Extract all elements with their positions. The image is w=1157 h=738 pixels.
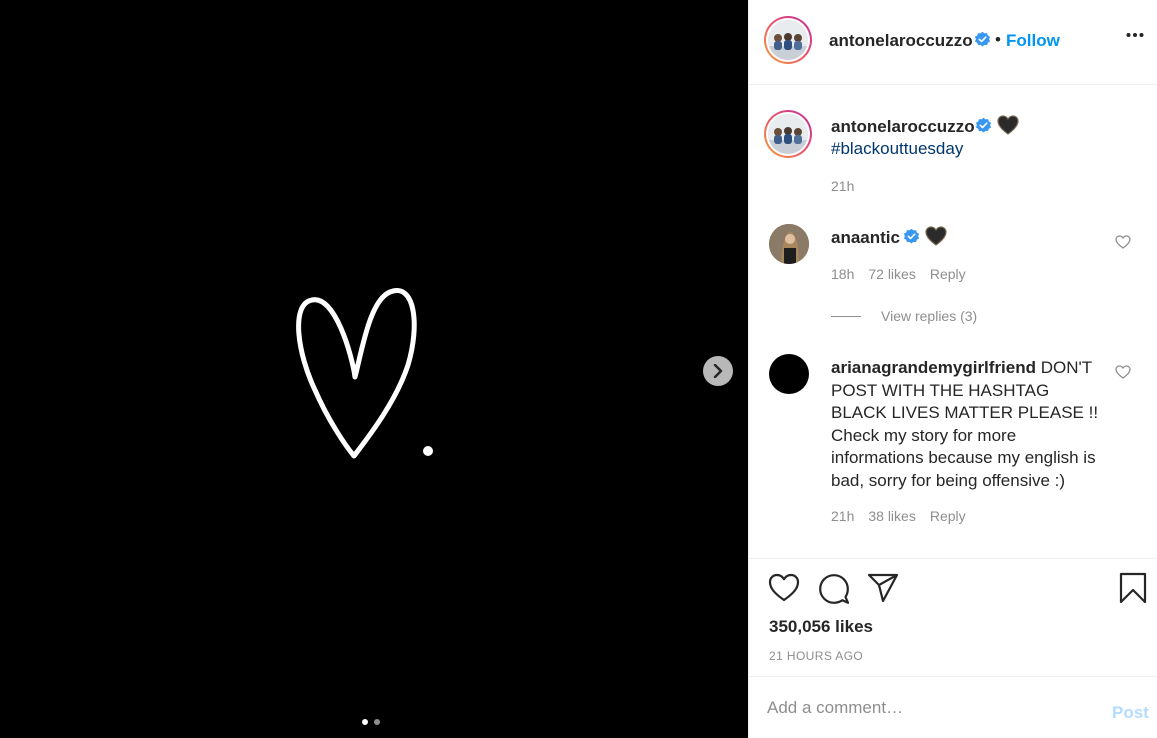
author-username[interactable]: antonelaroccuzzo — [829, 31, 973, 51]
bookmark-save-icon[interactable] — [1119, 572, 1147, 604]
caption-avatar[interactable] — [764, 110, 812, 158]
black-heart-emoji-icon — [925, 226, 947, 246]
comment-timestamp[interactable]: 18h — [831, 266, 854, 282]
carousel-indicator — [362, 719, 380, 725]
post-actions: 350,056 likes 21 HOURS AGO — [749, 558, 1157, 676]
comment-likes-count[interactable]: 38 likes — [868, 508, 915, 524]
comment-meta: 18h 72 likes Reply — [831, 266, 966, 282]
next-slide-button[interactable] — [703, 356, 733, 386]
post-header: antonelaroccuzzo • Follow — [749, 0, 1157, 85]
comment-like-heart-icon[interactable] — [1115, 365, 1131, 379]
caption-username[interactable]: antonelaroccuzzo — [831, 117, 975, 137]
reply-button[interactable]: Reply — [930, 508, 966, 524]
heart-drawing-image — [296, 288, 433, 459]
carousel-dot-active — [362, 719, 368, 725]
comment-text: DON'T POST WITH THE HASHTAG BLACK LIVES … — [831, 358, 1099, 490]
caption-timestamp[interactable]: 21h — [831, 178, 854, 194]
author-avatar[interactable] — [764, 16, 812, 64]
more-options-icon[interactable] — [1126, 32, 1144, 38]
add-comment-input[interactable] — [767, 695, 1087, 721]
comment-username[interactable]: arianagrandemygirlfriend — [831, 358, 1036, 377]
commenter-avatar[interactable] — [769, 224, 809, 264]
comment-body: arianagrandemygirlfriend DON'T POST WITH… — [831, 357, 1109, 493]
comment-username[interactable]: anaantic — [831, 228, 900, 248]
post-timestamp[interactable]: 21 HOURS AGO — [769, 649, 863, 663]
verified-badge-icon — [903, 228, 920, 244]
post-comment-button[interactable]: Post — [1112, 703, 1149, 723]
comment-timestamp[interactable]: 21h — [831, 508, 854, 524]
post-likes-count[interactable]: 350,056 likes — [769, 617, 873, 637]
add-comment-section: Post — [749, 676, 1157, 738]
commenter-avatar[interactable] — [769, 354, 809, 394]
view-replies-button[interactable]: View replies (3) — [831, 308, 977, 324]
reply-button[interactable]: Reply — [930, 266, 966, 282]
comment-bubble-icon[interactable] — [818, 573, 850, 605]
comments-list[interactable]: antonelaroccuzzo #blackouttuesday 21h an… — [749, 86, 1157, 558]
comment-like-heart-icon[interactable] — [1115, 235, 1131, 249]
verified-badge-icon — [975, 117, 992, 133]
view-replies-label: View replies (3) — [881, 308, 978, 324]
chevron-right-icon — [713, 364, 723, 378]
comment-likes-count[interactable]: 72 likes — [868, 266, 915, 282]
post-media[interactable] — [0, 0, 748, 738]
replies-divider-line — [831, 315, 861, 317]
follow-button[interactable]: Follow — [1006, 31, 1060, 51]
black-heart-emoji-icon — [997, 115, 1019, 135]
avatar-photo — [768, 20, 808, 60]
carousel-dot — [374, 719, 380, 725]
hashtag-link[interactable]: #blackouttuesday — [831, 139, 963, 159]
comment-meta: 21h 38 likes Reply — [831, 508, 966, 524]
verified-badge-icon — [974, 31, 991, 47]
share-send-icon[interactable] — [867, 573, 899, 603]
post-side-panel: antonelaroccuzzo • Follow antonelaroccuz… — [748, 0, 1157, 738]
like-heart-icon[interactable] — [768, 573, 800, 602]
avatar-photo — [768, 114, 808, 154]
separator-dot: • — [995, 30, 1001, 49]
